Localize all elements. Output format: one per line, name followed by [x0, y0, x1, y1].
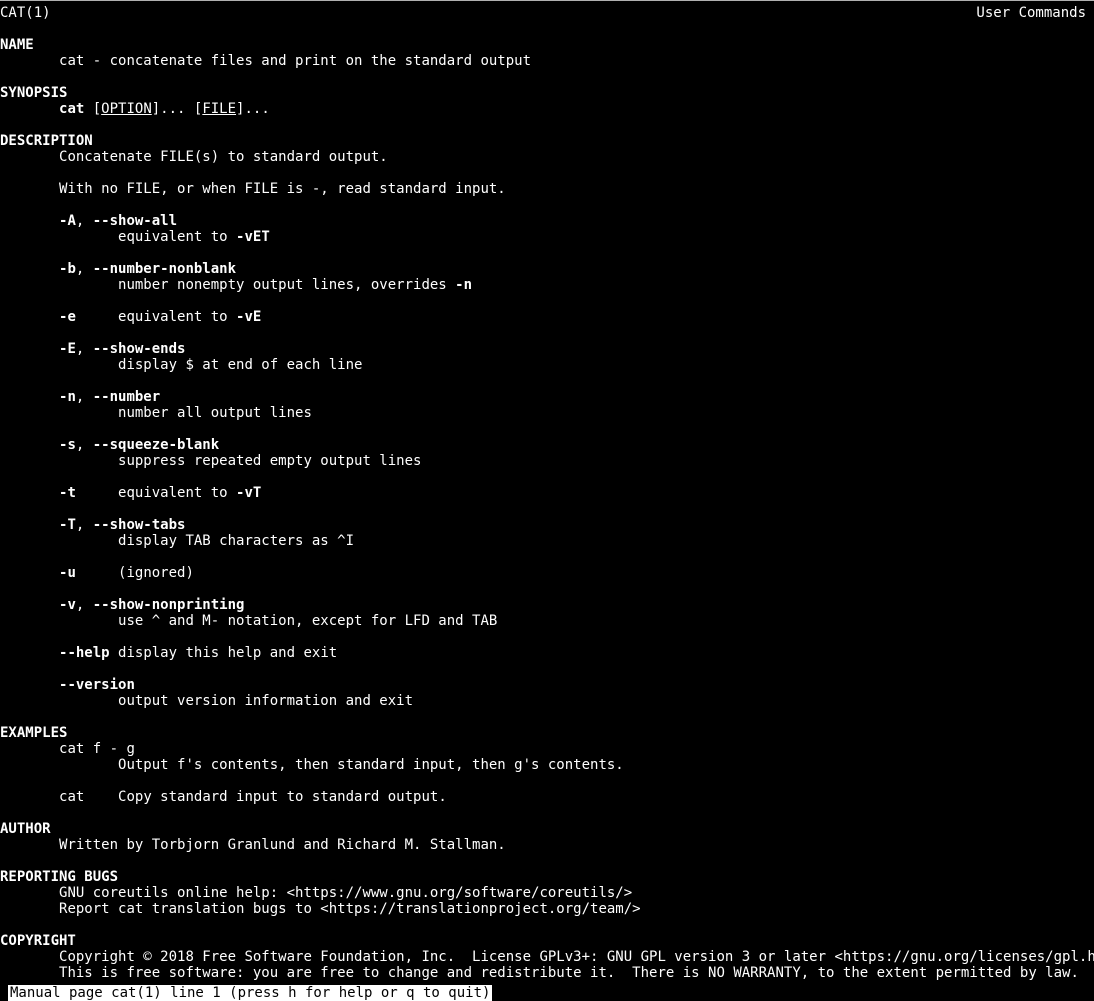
header-right: User Commands: [976, 5, 1086, 21]
option-desc: display this help and exit: [118, 645, 337, 661]
option-flag: -e: [59, 309, 76, 325]
option-desc: equivalent to: [118, 485, 236, 501]
section-description-heading: DESCRIPTION: [0, 133, 93, 149]
option-desc-bold: -vE: [236, 309, 261, 325]
option-flag-sep: ,: [76, 261, 93, 277]
synopsis-close2: ]...: [236, 101, 270, 117]
option-desc: display $ at end of each line: [118, 357, 362, 373]
option-flag-long: --show-all: [93, 213, 177, 229]
description-line2: With no FILE, or when FILE is -, read st…: [59, 181, 506, 197]
header: CAT(1) User Commands: [0, 5, 1094, 21]
option-desc: equivalent to: [118, 309, 236, 325]
section-bugs-heading: REPORTING BUGS: [0, 869, 118, 885]
section-copyright-heading: COPYRIGHT: [0, 933, 76, 949]
option-flag-sep: ,: [76, 517, 93, 533]
status-bar: Manual page cat(1) line 1 (press h for h…: [8, 985, 492, 1001]
header-left: CAT(1): [0, 5, 51, 21]
option-flag-short: -v: [59, 597, 76, 613]
option-flag-short: -n: [59, 389, 76, 405]
example1-cmd: cat f - g: [59, 741, 135, 757]
option-flag-long: --show-ends: [93, 341, 186, 357]
option-flag-sep: ,: [76, 341, 93, 357]
example2-cmd: cat: [59, 789, 84, 805]
copyright-line2: This is free software: you are free to c…: [59, 965, 1079, 981]
man-page[interactable]: CAT(1) User Commands NAME cat - concatena…: [0, 0, 1094, 1001]
synopsis-close1: ]... [: [152, 101, 203, 117]
option-desc: equivalent to: [118, 229, 236, 245]
option-desc: suppress repeated empty output lines: [118, 453, 421, 469]
bugs-line2: Report cat translation bugs to <https://…: [59, 901, 641, 917]
option-desc-bold: -n: [455, 277, 472, 293]
synopsis-cmd: cat: [59, 101, 84, 117]
section-author-heading: AUTHOR: [0, 821, 51, 837]
option-flag-short: -E: [59, 341, 76, 357]
option-desc: display TAB characters as ^I: [118, 533, 354, 549]
option-desc: number nonempty output lines, overrides: [118, 277, 455, 293]
section-synopsis-heading: SYNOPSIS: [0, 85, 67, 101]
option-flag-long: --show-tabs: [93, 517, 186, 533]
section-name-heading: NAME: [0, 37, 34, 53]
synopsis-open: [: [84, 101, 101, 117]
option-flag-long: --squeeze-blank: [93, 437, 219, 453]
option-flag-long: --version: [59, 677, 135, 693]
option-flag-sep: ,: [76, 389, 93, 405]
author-text: Written by Torbjorn Granlund and Richard…: [59, 837, 506, 853]
synopsis-file: FILE: [202, 101, 236, 117]
copyright-line1: Copyright © 2018 Free Software Foundatio…: [59, 949, 1094, 965]
option-flag-long: --number-nonblank: [93, 261, 236, 277]
option-flag-sep: ,: [76, 213, 93, 229]
option-flag: -t: [59, 485, 76, 501]
example2-desc: Copy standard input to standard output.: [118, 789, 447, 805]
option-desc-bold: -vET: [236, 229, 270, 245]
option-desc: number all output lines: [118, 405, 312, 421]
option-flag-short: -s: [59, 437, 76, 453]
option-desc: use ^ and M- notation, except for LFD an…: [118, 613, 497, 629]
option-flag-sep: ,: [76, 437, 93, 453]
option-desc: (ignored): [118, 565, 194, 581]
option-flag-sep: ,: [76, 597, 93, 613]
option-flag-long: --show-nonprinting: [93, 597, 245, 613]
option-flag: -u: [59, 565, 76, 581]
man-page-content: CAT(1) User Commands NAME cat - concatena…: [0, 1, 1094, 981]
option-flag-short: -T: [59, 517, 76, 533]
example1-desc: Output f's contents, then standard input…: [118, 757, 624, 773]
section-examples-heading: EXAMPLES: [0, 725, 67, 741]
option-flag-short: -b: [59, 261, 76, 277]
option-desc: output version information and exit: [118, 693, 413, 709]
option-flag-long: --number: [93, 389, 160, 405]
option-flag-short: -A: [59, 213, 76, 229]
description-line1: Concatenate FILE(s) to standard output.: [59, 149, 388, 165]
options-list: -A, --show-all equivalent to -vET -b, --…: [0, 213, 497, 709]
bugs-line1: GNU coreutils online help: <https://www.…: [59, 885, 632, 901]
option-desc-bold: -vT: [236, 485, 261, 501]
section-name-text: cat - concatenate files and print on the…: [59, 53, 531, 69]
option-flag: --help: [59, 645, 110, 661]
synopsis-option: OPTION: [101, 101, 152, 117]
